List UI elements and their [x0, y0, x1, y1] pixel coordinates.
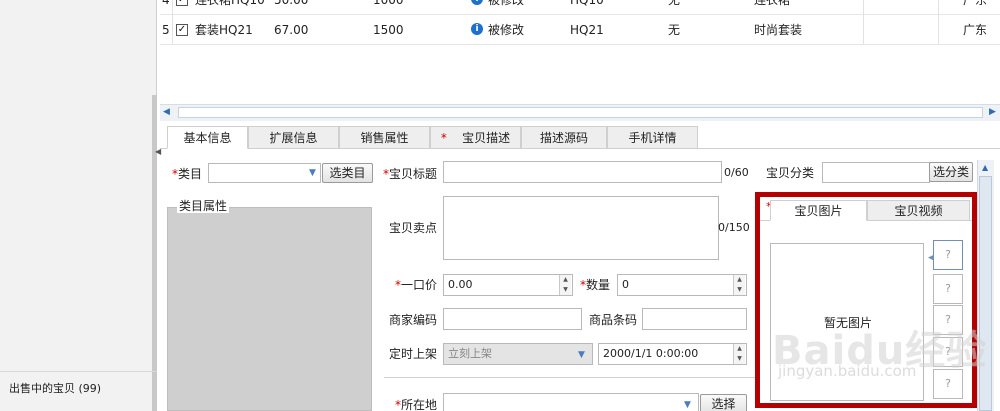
barcode-label: 商品条码: [589, 313, 638, 327]
location-select[interactable]: [443, 393, 699, 411]
image-thumbnail[interactable]: ?: [933, 274, 963, 304]
row-status: 被修改: [488, 23, 525, 37]
row-quantity: 1500: [373, 23, 404, 37]
chevron-down-icon[interactable]: ▼: [684, 400, 691, 410]
category-attributes-title: 类目属性: [177, 199, 230, 213]
tab-label: 销售属性: [360, 131, 409, 145]
merchant-code-input[interactable]: [443, 308, 582, 330]
merchant-code-label: 商家编码: [389, 313, 438, 327]
watermark-url: jingyan.baidu.com: [778, 362, 917, 380]
required-mark: *: [440, 131, 447, 145]
row-extra: 无: [668, 0, 681, 7]
selling-point-char-counter: 0/150: [718, 221, 750, 234]
row-checkbox[interactable]: ✓: [176, 24, 188, 36]
info-icon: i: [471, 0, 483, 5]
choose-category-button[interactable]: 选类目: [322, 163, 373, 183]
sidebar-scrollbar[interactable]: [152, 95, 157, 411]
scroll-up-icon[interactable]: ▲: [982, 163, 988, 172]
location-label-text: 所在地: [401, 398, 438, 411]
row-checkbox[interactable]: ✓: [176, 0, 188, 6]
row-category: 连衣裙: [754, 0, 791, 7]
item-class-input[interactable]: [822, 162, 930, 183]
row-extra: 无: [668, 23, 681, 37]
schedule-label: 定时上架: [389, 347, 438, 361]
selling-point-textarea[interactable]: [443, 196, 719, 260]
tab-label: 扩展信息: [269, 131, 318, 145]
category-label: *类目: [172, 166, 202, 182]
tab-sales-attributes[interactable]: 销售属性: [339, 126, 430, 149]
tab-extended-info[interactable]: 扩展信息: [248, 126, 339, 149]
row-price: 50.00: [274, 0, 309, 7]
tab-description-source[interactable]: 描述源码: [521, 126, 607, 149]
image-thumbnail[interactable]: ?: [933, 240, 963, 270]
items-table: 4 ✓ 连衣裙HQ10 50.00 1000 i 被修改 HQ10 无 连衣裙 …: [160, 0, 1000, 104]
price-input[interactable]: 0.00: [443, 274, 573, 296]
row-price: 67.00: [274, 23, 309, 37]
row-location: 广东: [963, 23, 988, 37]
row-title: 连衣裙HQ10: [195, 0, 265, 7]
choose-item-class-button[interactable]: 选分类: [929, 162, 973, 182]
table-row[interactable]: 4 ✓ 连衣裙HQ10 50.00 1000 i 被修改 HQ10 无 连衣裙 …: [160, 0, 1000, 15]
row-location: 广东: [963, 0, 988, 7]
row-code: HQ10: [570, 0, 604, 7]
spinner-icon[interactable]: ▲ ▼: [733, 275, 745, 295]
row-status: 被修改: [488, 0, 525, 7]
price-label-text: 一口价: [401, 278, 438, 292]
title-label: *宝贝标题: [383, 166, 437, 182]
chevron-down-icon[interactable]: ▼: [578, 350, 585, 360]
tab-item-images[interactable]: 宝贝图片: [770, 200, 867, 221]
item-title-input[interactable]: [443, 161, 722, 183]
category-select[interactable]: [208, 163, 321, 183]
row-title: 套装HQ21: [195, 23, 253, 37]
sidebar-divider: [0, 371, 157, 372]
info-icon: i: [471, 23, 483, 35]
form-divider: [384, 377, 756, 378]
tab-basic-info[interactable]: 基本信息: [167, 126, 248, 149]
price-label: *一口价: [395, 277, 437, 293]
chevron-down-icon[interactable]: ▼: [309, 168, 316, 178]
title-label-text: 宝贝标题: [389, 167, 438, 181]
spinner-icon[interactable]: ▲ ▼: [559, 275, 571, 295]
item-class-label: 宝贝分类: [766, 166, 815, 180]
tab-label: 手机详情: [628, 131, 677, 145]
schedule-select[interactable]: 立刻上架: [443, 343, 593, 365]
table-row[interactable]: 5 ✓ 套装HQ21 67.00 1500 i 被修改 HQ21 无 时尚套装 …: [160, 15, 1000, 45]
title-char-counter: 0/60: [724, 166, 749, 179]
row-index: 5: [162, 23, 170, 37]
left-sidebar: [0, 0, 157, 411]
row-category: 时尚套装: [754, 23, 803, 37]
tab-item-video[interactable]: 宝贝视频: [867, 200, 970, 221]
row-index: 4: [162, 0, 170, 7]
category-attributes-panel: [167, 207, 372, 411]
quantity-label-text: 数量: [586, 278, 611, 292]
tab-label: 宝贝描述: [462, 131, 511, 145]
category-label-text: 类目: [178, 167, 203, 181]
row-code: HQ21: [570, 23, 604, 37]
horizontal-scroll-thumb[interactable]: [178, 107, 983, 118]
tab-item-description[interactable]: * 宝贝描述: [430, 126, 521, 149]
scroll-left-icon[interactable]: ◀: [163, 107, 170, 117]
barcode-input[interactable]: [642, 308, 747, 330]
schedule-datetime-input[interactable]: 2000/1/1 0:00:00: [598, 343, 747, 365]
quantity-label: *数量: [580, 277, 610, 293]
row-quantity: 1000: [373, 0, 404, 7]
tab-mobile-details[interactable]: 手机详情: [607, 126, 698, 149]
selling-point-label: 宝贝卖点: [389, 221, 438, 235]
quantity-input[interactable]: 0: [617, 274, 747, 296]
scroll-right-icon[interactable]: ▶: [989, 107, 996, 117]
choose-location-button[interactable]: 选择: [700, 394, 747, 411]
location-label: *所在地: [395, 397, 437, 411]
sidebar-item-on-sale[interactable]: 出售中的宝贝 (99): [9, 380, 101, 396]
tab-label: 描述源码: [539, 131, 588, 145]
tab-label: 基本信息: [183, 131, 232, 145]
spinner-icon[interactable]: ▲ ▼: [733, 344, 745, 364]
